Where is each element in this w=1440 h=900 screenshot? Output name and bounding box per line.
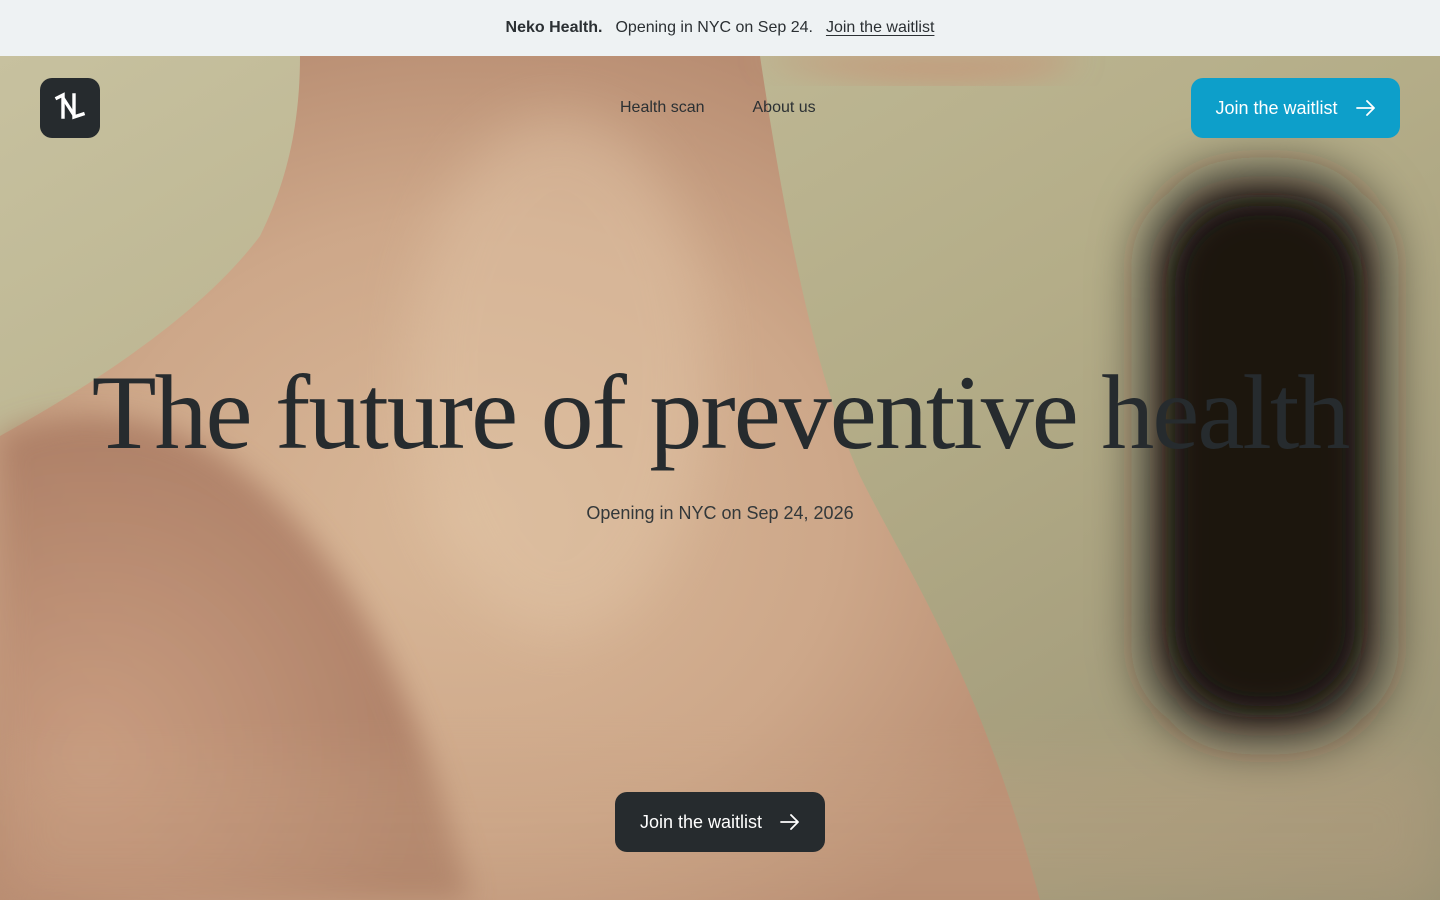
announcement-brand: Neko Health. (505, 19, 603, 36)
nav-item-about-us[interactable]: About us (753, 96, 816, 120)
announcement-message: Opening in NYC on Sep 24. (615, 19, 813, 36)
arrow-right-icon (1355, 100, 1376, 116)
hero-join-waitlist-button[interactable]: Join the waitlist (615, 792, 825, 852)
header-join-waitlist-label: Join the waitlist (1215, 97, 1338, 118)
nav-item-health-scan[interactable]: Health scan (620, 96, 705, 120)
header-join-waitlist-button[interactable]: Join the waitlist (1191, 78, 1400, 138)
hero-headline: The future of preventive health (91, 354, 1351, 471)
hero-section: Health scan About us Join the waitlist T… (0, 56, 1440, 900)
hero-background-image (0, 56, 1440, 900)
hero-subline: Opening in NYC on Sep 24, 2026 (586, 503, 854, 523)
neko-logo-icon (54, 91, 86, 125)
announcement-bar: Neko Health. Opening in NYC on Sep 24. J… (0, 0, 1440, 56)
hero-join-waitlist-label: Join the waitlist (639, 811, 763, 832)
logo-button[interactable] (40, 78, 100, 138)
announcement-waitlist-link[interactable]: Join the waitlist (826, 19, 935, 37)
main-nav: Health scan About us (620, 96, 816, 120)
arrow-right-icon (780, 814, 800, 830)
